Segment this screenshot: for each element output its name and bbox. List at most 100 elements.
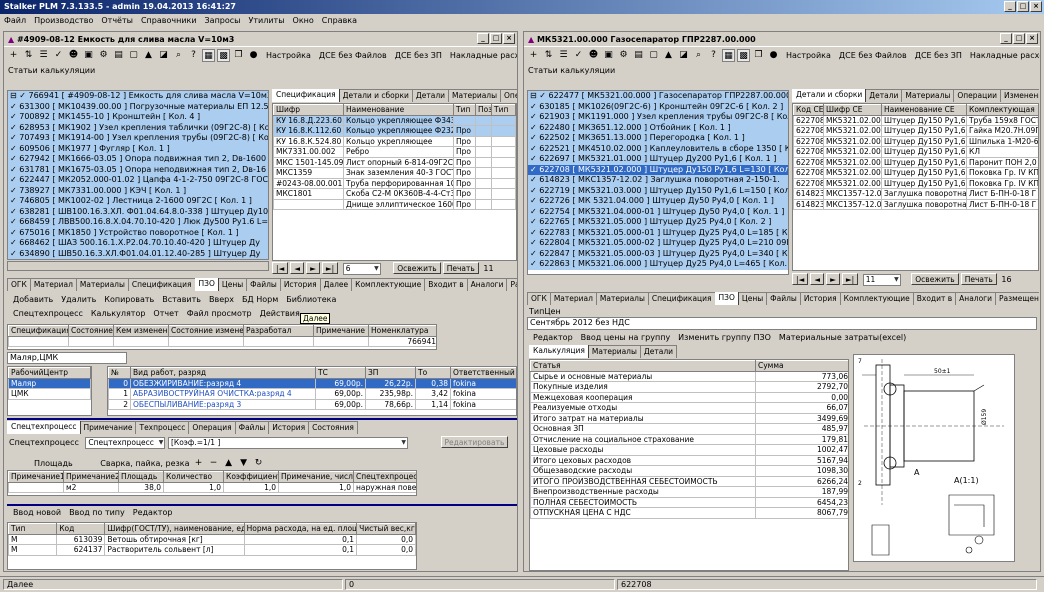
table-row[interactable]: ПОЛНАЯ СЕБЕСТОИМОСТЬ 6454,23 (530, 496, 848, 508)
column-header[interactable]: № (108, 367, 131, 379)
check-icon[interactable]: ✓ (52, 49, 65, 62)
tab-9[interactable]: Комплектующие (351, 278, 426, 291)
list-icon[interactable]: ☰ (557, 49, 570, 62)
tab-2[interactable]: Детали (639, 345, 678, 358)
rnav-first[interactable]: |◄ (792, 273, 809, 285)
left-spec-print[interactable]: Печать (442, 262, 479, 274)
table-row[interactable]: 766941 (8, 335, 436, 347)
cube-icon[interactable]: ▣ (602, 49, 615, 62)
table-row[interactable]: Общезаводские расходы 1098,30 (530, 465, 848, 477)
column-header[interactable]: Наименование (343, 104, 454, 116)
left-proc-name[interactable]: Маляр,ЦМК (7, 352, 127, 364)
up-icon[interactable]: ▲ (222, 457, 235, 469)
tab-0[interactable]: Детали и сборки (792, 89, 867, 102)
toolbar-link[interactable]: Накладные расходы (450, 51, 517, 60)
tab-0[interactable]: ОГК (7, 278, 31, 291)
box-icon[interactable]: ▤ (632, 49, 645, 62)
table-row[interactable]: 614823 МКС1357-12.02 Заглушка поворотная Ли… (793, 198, 1038, 210)
tab-1[interactable]: Детали и сборки (338, 89, 413, 102)
price-combo[interactable]: Сентябрь 2012 без НДС (527, 317, 1037, 330)
tree-item[interactable]: ✓ 622502 [ МК3651.13.000 ] Перегородка [… (528, 133, 788, 144)
table-row[interactable]: Днище эллиптическое 1600х8-09ГПро (273, 198, 516, 210)
tree-item[interactable]: ✓ 628953 [ МК1902 ] Узел крепления табли… (8, 122, 268, 133)
tree-item[interactable]: ✓ 622697 [ МК5321.01.000 ] Штуцер Ду200 … (528, 154, 788, 165)
table-row[interactable]: 622708 МК5321.02.000 Штуцер Ду150 Ру1,6 КЛ (793, 146, 1038, 158)
action-link[interactable]: Калькулятор (91, 309, 146, 318)
tab-1[interactable]: Материалы (587, 345, 641, 358)
tab-1[interactable]: Материал (29, 278, 77, 291)
mark-icon[interactable]: ▲ (142, 49, 155, 62)
view-icon[interactable]: ▩ (737, 49, 750, 62)
column-header[interactable]: Вид работ, разряд (130, 367, 316, 379)
box-icon[interactable]: ▤ (112, 49, 125, 62)
table-row[interactable]: Межцеховая кооперация 0,00 (530, 391, 848, 403)
stop-icon[interactable]: ● (247, 49, 260, 62)
action-link[interactable]: БД Норм (242, 295, 278, 304)
action-link[interactable]: Вставить (162, 295, 201, 304)
tab-9[interactable]: Входит в (912, 292, 957, 305)
column-header[interactable]: Комплектующая (966, 104, 1038, 116)
menu-item[interactable]: Справка (322, 16, 357, 25)
left-tree[interactable]: ⊟ ✓ 766941 [ #4909-08-12 ] Емкость для с… (7, 90, 269, 260)
tree-item[interactable]: ✓ 609506 [ МК1977 ] Фугляр [ Кол. 1 ] (8, 143, 268, 154)
column-header[interactable]: ТС (315, 367, 366, 379)
chart-icon[interactable]: ◪ (677, 49, 690, 62)
tree-item[interactable]: ✓ 627942 [ МК1666-03.05 ] Опора подвижна… (8, 154, 268, 165)
toolbar-link[interactable]: Настройка (786, 51, 831, 60)
tree-item[interactable]: ✓ 622847 [ МК5321.05.000-03 ] Штуцер Ду2… (528, 248, 788, 259)
action-link[interactable]: Ввод цены на группу (581, 333, 671, 342)
tab-4[interactable]: Файлы (234, 421, 270, 434)
check-icon[interactable]: ✓ (572, 49, 585, 62)
search-icon[interactable]: ⌕ (172, 49, 185, 62)
tab-2[interactable]: Техпроцесс (135, 421, 190, 434)
tree-item[interactable]: ✓ 638281 [ ШВ100.16.3.ХЛ. Ф01.04.64.8.0-… (8, 206, 268, 217)
tab-3[interactable]: Спецификация (127, 278, 196, 291)
column-header[interactable]: Ответственный (450, 367, 516, 379)
right-restore[interactable]: □ (1013, 33, 1025, 44)
refresh-icon[interactable]: ↻ (252, 457, 265, 469)
remove-icon[interactable]: − (207, 457, 220, 469)
tab-3[interactable]: Спецификация (647, 292, 716, 305)
tab-3[interactable]: Операции (953, 89, 1002, 102)
column-header[interactable]: Количество (163, 471, 224, 483)
tab-4[interactable]: Изменени (1000, 89, 1039, 102)
tree-item[interactable]: ✓ 668459 [ ЛВВ500.16.8.Х.04.70.10-420 ] … (8, 217, 268, 228)
minimize-button[interactable]: _ (1004, 1, 1016, 12)
tree-item[interactable]: ✓ 614823 [ МКС1357-12.02 ] Заглушка пово… (528, 175, 788, 186)
sp-combo2[interactable]: [Коэф.=1/1 ] (167, 437, 408, 449)
tree-item[interactable]: ✓ 622863 [ МК5321.06.000 ] Штуцер Ду25 Р… (528, 259, 788, 270)
tree-item[interactable]: ✓ 622765 [ МК5321.05.000 ] Штуцер Ду25 Р… (528, 217, 788, 228)
help-icon[interactable]: ? (187, 49, 200, 62)
maximize-button[interactable]: □ (1017, 1, 1029, 12)
tree-item[interactable]: ✓ 622726 [ МК 5321.04.000 ] Штуцер Ду50 … (528, 196, 788, 207)
column-header[interactable]: Шифр СЕ (823, 104, 882, 116)
table-row[interactable]: 622708 МК5321.02.000 Штуцер Ду150 Ру1,6 Гай… (793, 125, 1038, 137)
view-icon[interactable]: ▩ (217, 49, 230, 62)
tree-item[interactable]: ✓ 630185 [ МК1026(09Г2С-6) ] Кронштейн 0… (528, 101, 788, 112)
column-header[interactable]: Примечание1 (8, 471, 64, 483)
toolbar-link[interactable]: ДСЕ без ЗП (395, 51, 442, 60)
tab-2[interactable]: Детали (411, 89, 450, 102)
table-row[interactable]: Цеховые расходы 1002,47 (530, 444, 848, 456)
column-header[interactable]: РабочийЦентр (8, 367, 91, 379)
tab-2[interactable]: Материалы (75, 278, 129, 291)
menu-item[interactable]: Отчёты (101, 16, 133, 25)
tree-item[interactable]: ✓ 622447 [ МК2052.000-01.02 ] Цапфа 4-1-… (8, 175, 268, 186)
table-row[interactable]: ИТОГО ПРОИЗВОДСТВЕННАЯ СЕБЕСТОИМОСТЬ 6266… (530, 475, 848, 487)
tab-5[interactable]: История (268, 421, 310, 434)
table-row[interactable]: ЦМК (8, 388, 91, 400)
right-det-print[interactable]: Печать (960, 273, 997, 285)
tab-10[interactable]: Аналоги (955, 292, 996, 305)
table-row[interactable]: м238,01,01,01,0наружная поверхн (8, 481, 416, 493)
column-header[interactable]: Состояние изменено (168, 325, 244, 337)
column-header[interactable]: Код СЕ (793, 104, 824, 116)
tab-7[interactable]: История (799, 292, 841, 305)
rnav-last[interactable]: ►| (841, 273, 859, 285)
toolbar-link[interactable]: Настройка (266, 51, 311, 60)
tree-item[interactable]: ⊟ ✓ 622477 [ МК5321.00.000 ] Газосепарат… (528, 91, 788, 102)
doc-icon[interactable]: ▢ (127, 49, 140, 62)
action-link[interactable]: Ввод по типу (69, 508, 125, 517)
table-row[interactable]: М 613039 Ветошь обтирочная [кг] 0,1 0,0 (8, 533, 416, 545)
toolbar-link[interactable]: Накладные расходы (970, 51, 1040, 60)
action-link[interactable]: Добавить (13, 295, 53, 304)
